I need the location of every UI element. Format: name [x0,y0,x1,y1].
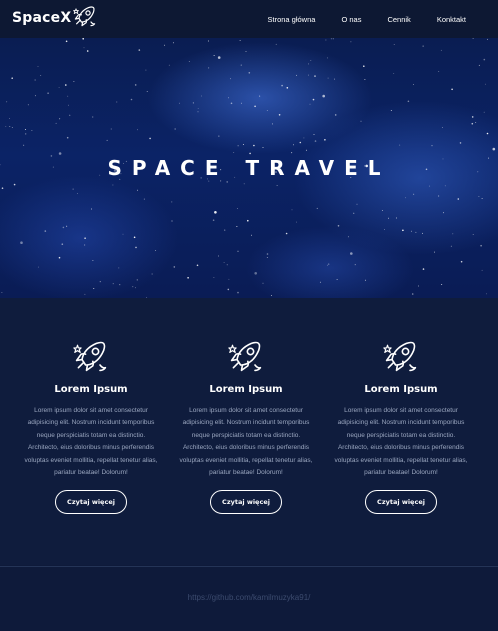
feature-card: Lorem Ipsum Lorem ipsum dolor sit amet c… [176,338,316,515]
main-menu: Strona główna O nas Cennik Konktakt [267,0,466,38]
rocket-icon [73,6,96,27]
rocket-icon [73,341,107,372]
nav-link-contact[interactable]: Konktakt [437,15,466,24]
feature-text: Lorem ipsum dolor sit amet consectetur a… [334,407,468,477]
github-link[interactable]: https://github.com/kamilmuzyka91/ [0,593,498,602]
feature-title: Lorem Ipsum [54,384,128,395]
nav-link-pricing[interactable]: Cennik [387,15,410,24]
hero-banner: SPACE TRAVEL [0,38,498,298]
nav-link-home[interactable]: Strona główna [267,15,315,24]
feature-text: Lorem ipsum dolor sit amet consectetur a… [179,407,313,477]
read-more-button[interactable]: Czytaj więcej [365,490,437,515]
feature-title: Lorem Ipsum [364,384,438,395]
feature-title: Lorem Ipsum [209,384,283,395]
hero-title: SPACE TRAVEL [107,156,391,180]
read-more-button[interactable]: Czytaj więcej [55,490,127,515]
rocket-icon [383,341,417,372]
read-more-button[interactable]: Czytaj więcej [210,490,282,515]
logo[interactable]: SpaceX [12,6,97,28]
features-section: Lorem Ipsum Lorem ipsum dolor sit amet c… [0,298,498,565]
rocket-icon [228,341,262,372]
feature-text: Lorem ipsum dolor sit amet consectetur a… [24,407,158,477]
top-navbar: SpaceX Strona główna O nas Cennik Konkta… [0,0,498,38]
feature-card: Lorem Ipsum Lorem ipsum dolor sit amet c… [21,338,161,515]
logo-text: SpaceX [12,10,72,26]
nav-link-about[interactable]: O nas [341,15,361,24]
feature-card: Lorem Ipsum Lorem ipsum dolor sit amet c… [331,338,471,515]
footer: https://github.com/kamilmuzyka91/ [0,567,498,631]
